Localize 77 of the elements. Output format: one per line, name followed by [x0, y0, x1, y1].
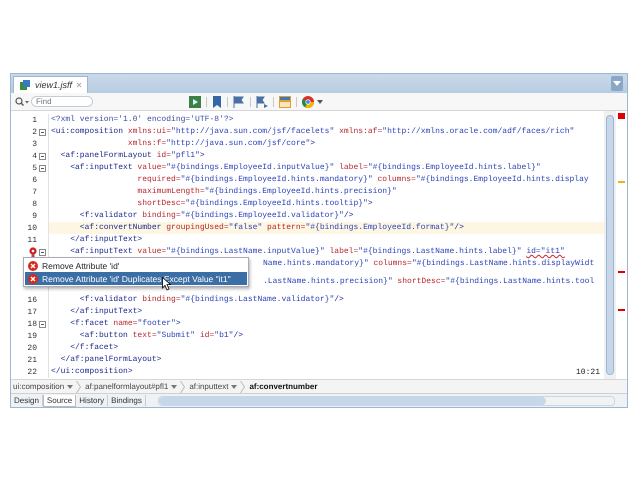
line-number: 21 — [27, 356, 37, 364]
line-number: 22 — [27, 368, 37, 376]
caret-icon — [613, 81, 621, 86]
document-tab[interactable]: view1.jsff — [13, 76, 88, 93]
line-number: 18 — [27, 320, 37, 328]
page-icon — [19, 79, 31, 91]
line-number: 17 — [27, 308, 37, 316]
code-line: Name.hints.mandatory}" columns="#{bindings.LastName.hints.displayWidt — [262, 258, 594, 270]
error-bulb-icon[interactable] — [29, 246, 37, 258]
cursor-position: 10:21 — [576, 368, 600, 377]
flag-icon[interactable] — [256, 96, 268, 108]
bookmark-icon[interactable] — [212, 96, 222, 108]
code-line: <f:validator binding="#{bindings.EmployeeId.validator}"/> — [78, 210, 354, 222]
collapse-icon[interactable] — [39, 128, 46, 136]
code-line: <f:facet name="footer"> — [69, 318, 181, 330]
line-number: 1 — [32, 116, 37, 124]
line-number: 5 — [32, 164, 37, 172]
error-icon — [28, 260, 38, 270]
editor-tab[interactable]: Source — [42, 394, 76, 406]
code-line: <af:inputText value="#{bindings.EmployeeId.inputValue}" label="#{bindings.EmployeeId.hints.label}" — [69, 162, 541, 174]
error-icon — [28, 274, 38, 284]
code-line: </f:facet> — [69, 342, 118, 354]
globe-icon — [302, 96, 314, 108]
chevron-icon — [240, 380, 246, 392]
collapse-icon[interactable] — [39, 248, 46, 256]
code-line: <af:inputText value="#{bindings.LastName.inputValue}" label="#{bindings.LastName.hints.label}" id="it1" — [69, 246, 565, 258]
code-line: </af:inputText> — [69, 234, 142, 246]
run-icon[interactable] — [189, 96, 201, 108]
line-number: 20 — [27, 344, 37, 352]
code-line: <f:validator binding="#{bindings.LastName.validator}"/> — [78, 294, 344, 306]
line-number: 9 — [32, 212, 37, 220]
chevron-icon — [76, 380, 82, 392]
line-number: 2 — [32, 128, 37, 136]
line-number: 7 — [32, 188, 37, 196]
line-number: 8 — [32, 200, 37, 208]
line-number: 16 — [27, 296, 37, 304]
code-line: <af:panelFormLayout id="pfl1"> — [60, 150, 205, 162]
code-line: </af:panelFormLayout> — [60, 354, 162, 366]
code-line: maximumLength="#{bindings.EmployeeId.hints.precision}" — [136, 186, 397, 198]
code-line: shortDesc="#{bindings.EmployeeId.hints.tooltip}"> — [136, 198, 373, 210]
line-number: 3 — [32, 140, 37, 148]
code-line: </ui:composition> — [50, 366, 133, 378]
code-line: <af:button text="Submit" id="b1"/> — [78, 330, 244, 342]
code-line: </af:inputText> — [69, 306, 142, 318]
breadcrumb-item[interactable]: ui:composition — [13, 380, 86, 392]
code-line: <ui:composition xmlns:ui="http://java.sun.com/jsf/facelets" xmlns:af="http://xmlns.oracle.com/adf/faces/rich" — [50, 126, 574, 138]
panel-icon[interactable] — [279, 96, 291, 108]
line-number: 10 — [27, 224, 37, 232]
flag-icon[interactable] — [233, 96, 245, 108]
code-line: .LastName.hints.precision}" shortDesc="#{bindings.LastName.hints.tool — [262, 276, 594, 288]
caret-icon — [67, 384, 74, 388]
breadcrumb-item[interactable]: af:inputtext — [189, 380, 250, 392]
collapse-icon[interactable] — [39, 164, 46, 172]
code-line: <?xml version='1.0' encoding='UTF-8'?> — [50, 114, 234, 126]
line-number: 11 — [27, 236, 37, 244]
line-number: 4 — [32, 152, 37, 160]
code-line: <af:convertNumber groupingUsed="false" pattern="#{bindings.EmployeeId.format}"/> — [78, 222, 464, 234]
line-number: 6 — [32, 176, 37, 184]
caret-icon — [171, 384, 178, 388]
line-number: 19 — [27, 332, 37, 340]
editor-tab[interactable]: History — [76, 395, 108, 406]
tab-list-button[interactable] — [611, 76, 623, 91]
code-line: required="#{bindings.EmployeeId.hints.mandatory}" columns="#{bindings.EmployeeId.hints.display — [136, 174, 589, 186]
vertical-scrollbar[interactable] — [604, 111, 616, 379]
collapse-icon[interactable] — [39, 152, 46, 160]
caret-icon — [231, 384, 238, 388]
editor-tab[interactable]: Bindings — [108, 395, 146, 406]
breadcrumb-item[interactable]: af:panelformlayout#pfl1 — [85, 380, 190, 392]
breadcrumb-item[interactable]: af:convertnumber — [249, 382, 322, 391]
menu-item[interactable]: Remove Attribute 'id' — [25, 259, 247, 272]
code-line: xmlns:f="http://java.sun.com/jsf/core"> — [126, 138, 316, 150]
horizontal-scrollbar[interactable] — [158, 396, 615, 406]
search-icon — [15, 96, 29, 106]
browser-button[interactable] — [302, 96, 323, 108]
chevron-icon — [180, 380, 186, 392]
caret-icon — [317, 100, 323, 104]
collapse-icon[interactable] — [39, 320, 46, 328]
